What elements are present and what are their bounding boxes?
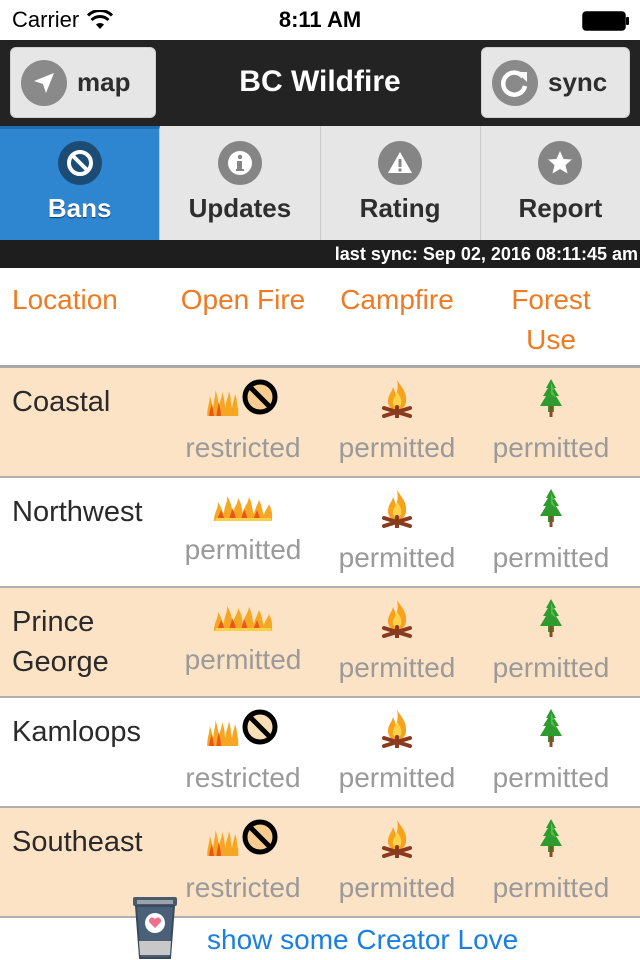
location-name: Southeast xyxy=(12,826,143,858)
ban-icon xyxy=(57,141,102,185)
open-fire-cell: permitted xyxy=(168,488,318,566)
tree-icon xyxy=(476,708,626,748)
header-forest-use-line1: Forest xyxy=(511,284,591,315)
open-fire-cell: restricted xyxy=(168,818,318,904)
forest-use-status: permitted xyxy=(492,872,610,903)
location-name: Kamloops xyxy=(12,716,141,748)
open-fire-status: restricted xyxy=(185,872,301,903)
warning-icon xyxy=(378,141,423,185)
sync-button-label: sync xyxy=(548,67,608,97)
status-bar: Carrier 8:11 AM xyxy=(0,0,640,40)
tab-bans-label: Bans xyxy=(47,193,112,223)
campfire-icon xyxy=(322,818,472,858)
header-campfire: Campfire xyxy=(340,284,454,315)
tab-rating[interactable]: Rating xyxy=(321,126,481,240)
forest-use-status: permitted xyxy=(492,762,610,793)
creator-love-link[interactable]: show some Creator Love xyxy=(207,924,518,956)
header-forest-use: Forest Use xyxy=(486,280,616,360)
refresh-icon xyxy=(492,59,538,106)
open-fire-permitted-icon xyxy=(168,488,318,528)
forest-use-status: permitted xyxy=(492,432,610,463)
campfire-cell: permitted xyxy=(322,488,472,574)
tab-rating-label: Rating xyxy=(359,193,441,223)
tree-icon xyxy=(476,598,626,638)
open-fire-status: restricted xyxy=(185,762,301,793)
campfire-cell: permitted xyxy=(322,378,472,464)
open-fire-cell: restricted xyxy=(168,378,318,464)
info-icon xyxy=(217,141,262,185)
campfire-cell: permitted xyxy=(322,708,472,794)
campfire-status: permitted xyxy=(338,762,456,793)
tab-updates[interactable]: Updates xyxy=(160,126,321,240)
table-row[interactable]: Coastal restricted permitted permitted xyxy=(0,368,640,478)
forest-use-cell: permitted xyxy=(476,378,626,464)
forest-use-status: permitted xyxy=(492,652,610,683)
battery-icon xyxy=(582,11,629,31)
open-fire-cell: permitted xyxy=(168,598,318,676)
table-header: Location Open Fire Campfire Forest Use xyxy=(0,268,640,368)
last-sync-label: last sync: Sep 02, 2016 08:11:45 am xyxy=(0,240,640,268)
open-fire-restricted-icon xyxy=(168,708,318,748)
location-name: Northwest xyxy=(12,496,143,528)
tab-bar: Bans Updates Rating Report xyxy=(0,126,640,240)
open-fire-status: restricted xyxy=(185,432,301,463)
forest-use-cell: permitted xyxy=(476,488,626,574)
coffee-cup-heart-icon[interactable] xyxy=(131,895,179,960)
open-fire-status: permitted xyxy=(184,534,302,565)
open-fire-permitted-icon xyxy=(168,598,318,638)
open-fire-restricted-icon xyxy=(168,378,318,418)
tab-bans[interactable]: Bans xyxy=(0,126,161,240)
forest-use-cell: permitted xyxy=(476,708,626,794)
tab-report-label: Report xyxy=(518,193,603,223)
campfire-icon xyxy=(322,488,472,528)
tree-icon xyxy=(476,488,626,528)
forest-use-status: permitted xyxy=(492,542,610,573)
map-button-label: map xyxy=(77,67,131,97)
header-forest-use-line2: Use xyxy=(526,324,576,355)
sync-button[interactable]: sync xyxy=(481,47,630,118)
location-name: Coastal xyxy=(12,386,111,418)
tab-updates-label: Updates xyxy=(188,193,292,223)
clock: 8:11 AM xyxy=(278,7,362,32)
table-row[interactable]: Kamloops restricted permitted permitted xyxy=(0,698,640,808)
tab-report[interactable]: Report xyxy=(481,126,640,240)
map-button[interactable]: map xyxy=(10,47,156,118)
campfire-icon xyxy=(322,598,472,638)
app-title: BC Wildfire xyxy=(239,65,401,98)
table-row[interactable]: Prince George permitted permitted permit… xyxy=(0,588,640,698)
campfire-status: permitted xyxy=(338,872,456,903)
header-location: Location xyxy=(12,284,118,315)
open-fire-restricted-icon xyxy=(168,818,318,858)
campfire-cell: permitted xyxy=(322,598,472,684)
table-row[interactable]: Northwest permitted permitted permitted xyxy=(0,478,640,588)
campfire-status: permitted xyxy=(338,432,456,463)
campfire-icon xyxy=(322,378,472,418)
location-arrow-icon xyxy=(21,59,67,106)
table-row[interactable]: Southeast restricted permitted permitted xyxy=(0,808,640,918)
open-fire-cell: restricted xyxy=(168,708,318,794)
nav-bar: map BC Wildfire sync xyxy=(0,40,640,126)
forest-use-cell: permitted xyxy=(476,598,626,684)
campfire-status: permitted xyxy=(338,652,456,683)
campfire-status: permitted xyxy=(338,542,456,573)
header-open-fire: Open Fire xyxy=(180,284,306,315)
tree-icon xyxy=(476,378,626,418)
campfire-icon xyxy=(322,708,472,748)
tree-icon xyxy=(476,818,626,858)
open-fire-status: permitted xyxy=(184,644,302,675)
campfire-cell: permitted xyxy=(322,818,472,904)
bans-table: Coastal restricted permitted permitted N… xyxy=(0,368,640,918)
star-icon xyxy=(538,141,583,185)
forest-use-cell: permitted xyxy=(476,818,626,904)
location-name: Prince George xyxy=(12,606,109,678)
